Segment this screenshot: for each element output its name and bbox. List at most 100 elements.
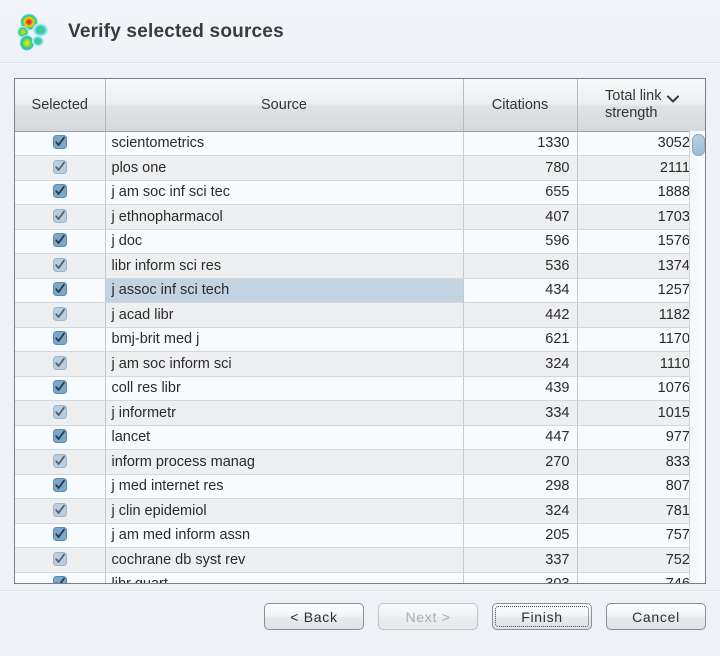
- row-total-link-strength-cell[interactable]: 21117: [577, 156, 705, 181]
- table-row[interactable]: bmj-brit med j62111707: [15, 327, 705, 352]
- row-citations-cell[interactable]: 270: [463, 450, 577, 475]
- table-row[interactable]: coll res libr43910769: [15, 376, 705, 401]
- table-row[interactable]: j informetr33410157: [15, 401, 705, 426]
- checkbox-checked-icon[interactable]: [53, 552, 67, 566]
- row-citations-cell[interactable]: 621: [463, 327, 577, 352]
- row-selected-cell[interactable]: [15, 254, 105, 279]
- row-source-cell[interactable]: j informetr: [105, 401, 463, 426]
- table-row[interactable]: j am med inform assn2057570: [15, 523, 705, 548]
- checkbox-checked-icon[interactable]: [53, 258, 67, 272]
- cancel-button[interactable]: Cancel: [606, 603, 706, 630]
- table-row[interactable]: j am soc inform sci32411109: [15, 352, 705, 377]
- row-total-link-strength-cell[interactable]: 11824: [577, 303, 705, 328]
- table-row[interactable]: j med internet res2988072: [15, 474, 705, 499]
- row-total-link-strength-cell[interactable]: 7816: [577, 499, 705, 524]
- finish-button[interactable]: Finish: [492, 603, 592, 630]
- row-total-link-strength-cell[interactable]: 7570: [577, 523, 705, 548]
- row-source-cell[interactable]: j ethnopharmacol: [105, 205, 463, 230]
- checkbox-checked-icon[interactable]: [53, 209, 67, 223]
- table-row[interactable]: inform process manag2708333: [15, 450, 705, 475]
- row-citations-cell[interactable]: 334: [463, 401, 577, 426]
- table-row[interactable]: cochrane db syst rev3377529: [15, 548, 705, 573]
- row-citations-cell[interactable]: 298: [463, 474, 577, 499]
- row-citations-cell[interactable]: 434: [463, 278, 577, 303]
- row-selected-cell[interactable]: [15, 352, 105, 377]
- checkbox-checked-icon[interactable]: [53, 307, 67, 321]
- row-total-link-strength-cell[interactable]: 7529: [577, 548, 705, 573]
- row-selected-cell[interactable]: [15, 376, 105, 401]
- checkbox-checked-icon[interactable]: [53, 135, 67, 149]
- row-source-cell[interactable]: libr inform sci res: [105, 254, 463, 279]
- row-citations-cell[interactable]: 655: [463, 180, 577, 205]
- row-source-cell[interactable]: j doc: [105, 229, 463, 254]
- row-selected-cell[interactable]: [15, 156, 105, 181]
- row-total-link-strength-cell[interactable]: 18885: [577, 180, 705, 205]
- row-citations-cell[interactable]: 536: [463, 254, 577, 279]
- row-source-cell[interactable]: j assoc inf sci tech: [105, 278, 463, 303]
- checkbox-checked-icon[interactable]: [53, 503, 67, 517]
- row-citations-cell[interactable]: 780: [463, 156, 577, 181]
- row-total-link-strength-cell[interactable]: 30529: [577, 131, 705, 156]
- row-source-cell[interactable]: cochrane db syst rev: [105, 548, 463, 573]
- row-source-cell[interactable]: inform process manag: [105, 450, 463, 475]
- table-row[interactable]: libr inform sci res53613749: [15, 254, 705, 279]
- table-row[interactable]: j am soc inf sci tec65518885: [15, 180, 705, 205]
- checkbox-checked-icon[interactable]: [53, 527, 67, 541]
- row-selected-cell[interactable]: [15, 131, 105, 156]
- row-selected-cell[interactable]: [15, 327, 105, 352]
- row-total-link-strength-cell[interactable]: 11109: [577, 352, 705, 377]
- row-source-cell[interactable]: scientometrics: [105, 131, 463, 156]
- table-row[interactable]: j ethnopharmacol40717033: [15, 205, 705, 230]
- row-citations-cell[interactable]: 324: [463, 499, 577, 524]
- row-selected-cell[interactable]: [15, 450, 105, 475]
- column-header-total-link-strength[interactable]: Total link strength: [577, 79, 705, 131]
- row-source-cell[interactable]: coll res libr: [105, 376, 463, 401]
- row-selected-cell[interactable]: [15, 425, 105, 450]
- checkbox-checked-icon[interactable]: [53, 380, 67, 394]
- row-source-cell[interactable]: bmj-brit med j: [105, 327, 463, 352]
- row-total-link-strength-cell[interactable]: 10769: [577, 376, 705, 401]
- row-total-link-strength-cell[interactable]: 15767: [577, 229, 705, 254]
- row-citations-cell[interactable]: 324: [463, 352, 577, 377]
- chevron-down-icon[interactable]: [667, 95, 679, 103]
- row-citations-cell[interactable]: 442: [463, 303, 577, 328]
- row-citations-cell[interactable]: 205: [463, 523, 577, 548]
- table-row[interactable]: j acad libr44211824: [15, 303, 705, 328]
- table-row[interactable]: j clin epidemiol3247816: [15, 499, 705, 524]
- vertical-scrollbar[interactable]: [689, 131, 705, 583]
- row-citations-cell[interactable]: 303: [463, 572, 577, 584]
- table-row[interactable]: scientometrics133030529: [15, 131, 705, 156]
- row-source-cell[interactable]: plos one: [105, 156, 463, 181]
- row-source-cell[interactable]: lancet: [105, 425, 463, 450]
- row-total-link-strength-cell[interactable]: 8072: [577, 474, 705, 499]
- table-row[interactable]: plos one78021117: [15, 156, 705, 181]
- checkbox-checked-icon[interactable]: [53, 160, 67, 174]
- checkbox-checked-icon[interactable]: [53, 478, 67, 492]
- row-selected-cell[interactable]: [15, 572, 105, 584]
- row-citations-cell[interactable]: 407: [463, 205, 577, 230]
- row-selected-cell[interactable]: [15, 474, 105, 499]
- row-selected-cell[interactable]: [15, 180, 105, 205]
- checkbox-checked-icon[interactable]: [53, 576, 67, 584]
- vertical-scrollbar-thumb[interactable]: [692, 134, 705, 156]
- row-total-link-strength-cell[interactable]: 9778: [577, 425, 705, 450]
- row-selected-cell[interactable]: [15, 278, 105, 303]
- row-total-link-strength-cell[interactable]: 8333: [577, 450, 705, 475]
- row-selected-cell[interactable]: [15, 205, 105, 230]
- row-source-cell[interactable]: j med internet res: [105, 474, 463, 499]
- row-source-cell[interactable]: j am soc inf sci tec: [105, 180, 463, 205]
- row-total-link-strength-cell[interactable]: 12576: [577, 278, 705, 303]
- row-selected-cell[interactable]: [15, 523, 105, 548]
- row-citations-cell[interactable]: 439: [463, 376, 577, 401]
- checkbox-checked-icon[interactable]: [53, 405, 67, 419]
- row-source-cell[interactable]: j am soc inform sci: [105, 352, 463, 377]
- row-source-cell[interactable]: j acad libr: [105, 303, 463, 328]
- row-citations-cell[interactable]: 337: [463, 548, 577, 573]
- row-total-link-strength-cell[interactable]: 7469: [577, 572, 705, 584]
- checkbox-checked-icon[interactable]: [53, 184, 67, 198]
- row-selected-cell[interactable]: [15, 229, 105, 254]
- row-total-link-strength-cell[interactable]: 17033: [577, 205, 705, 230]
- row-source-cell[interactable]: libr quart: [105, 572, 463, 584]
- row-selected-cell[interactable]: [15, 401, 105, 426]
- table-row[interactable]: j assoc inf sci tech43412576: [15, 278, 705, 303]
